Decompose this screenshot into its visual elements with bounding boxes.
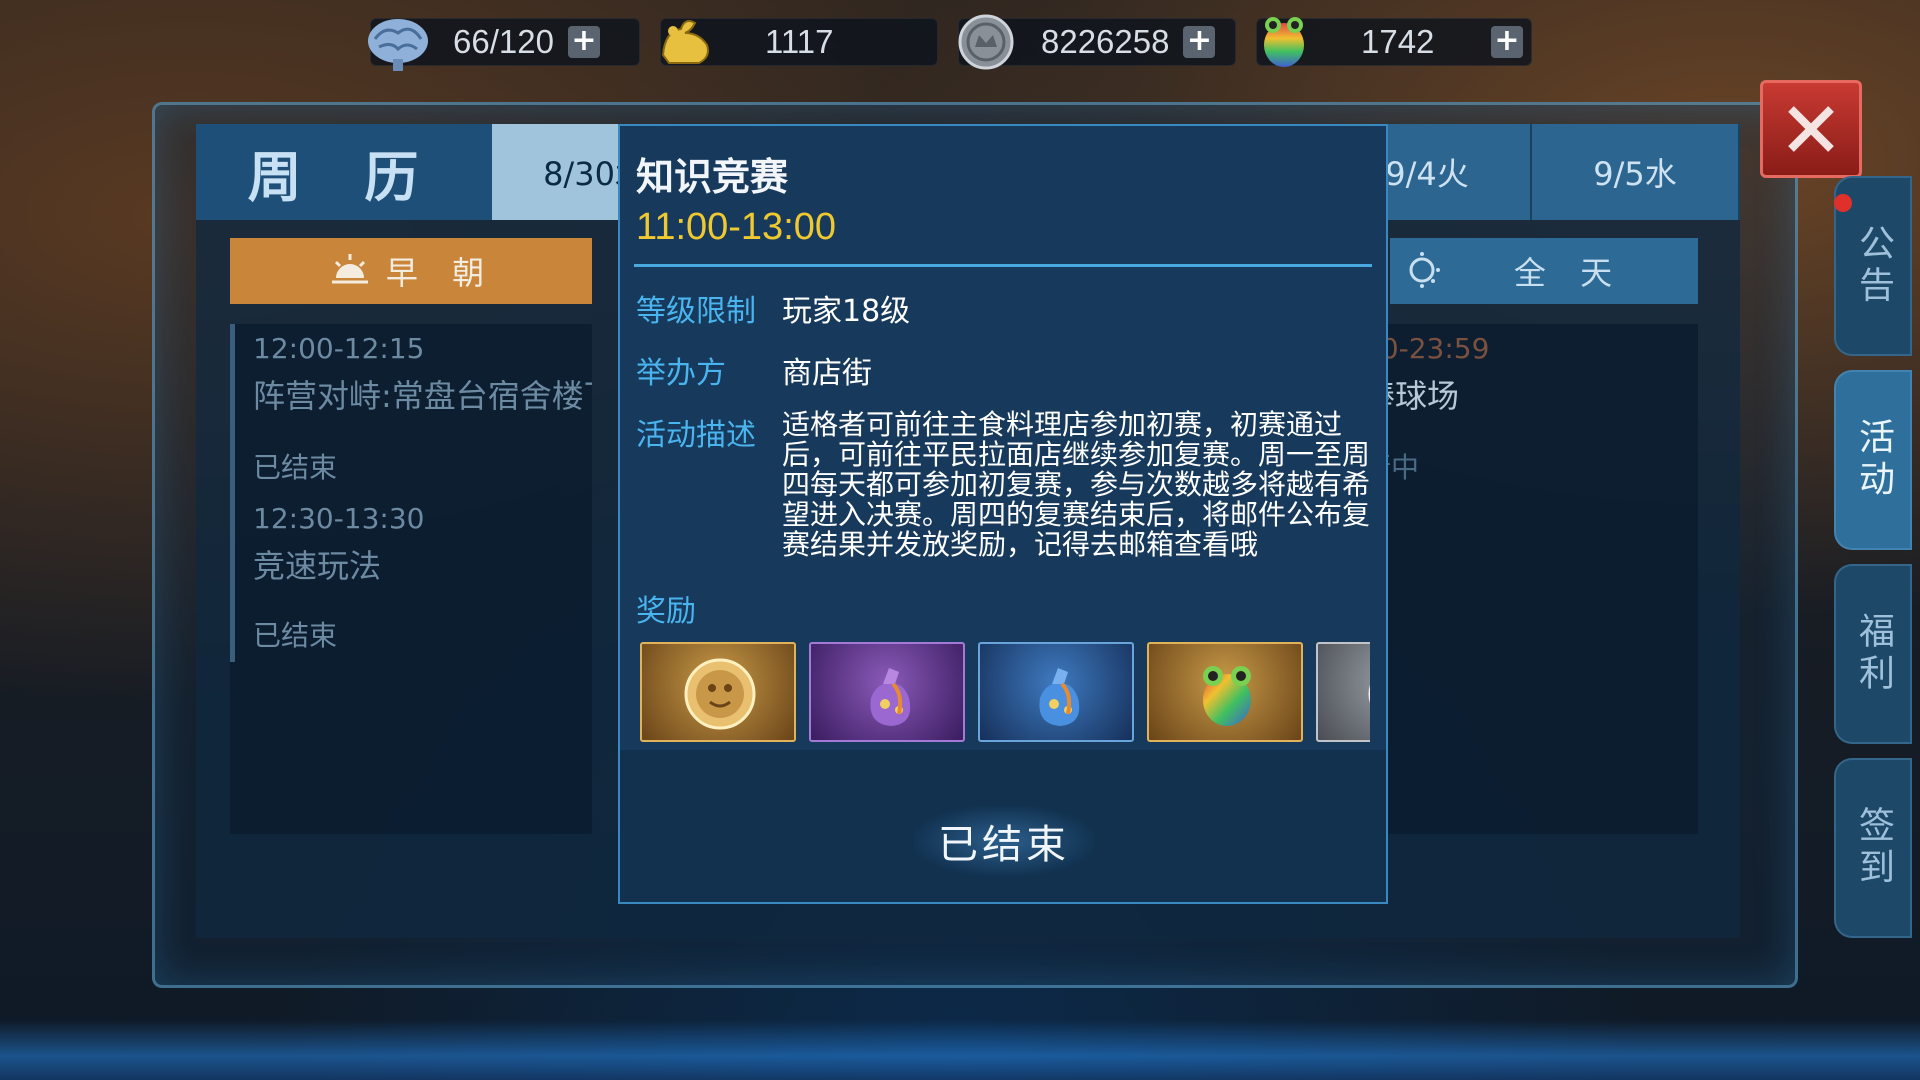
tab-activity[interactable]: 活动 [1834, 370, 1912, 550]
description-row: 活动描述 适格者可前往主食料理店参加初赛，初赛通过后，可前往平民拉面店继续参加复… [636, 410, 1378, 560]
popup-time: 11:00-13:00 [636, 206, 837, 248]
description-label: 活动描述 [636, 418, 756, 453]
allday-label: 全 天 [1513, 254, 1625, 292]
description-text: 适格者可前往主食料理店参加初赛，初赛通过后，可前往平民拉面店继续参加复赛。周一至… [782, 408, 1371, 561]
tab-checkin[interactable]: 签到 [1834, 758, 1912, 938]
rainbow-frog-icon [1203, 666, 1251, 726]
reward-label: 奖励 [636, 594, 696, 629]
level-row: 等级限制 玩家18级 [636, 286, 1378, 330]
stamina-resource: 1117 [660, 18, 938, 66]
host-row: 举办方 商店街 [636, 348, 1378, 392]
tab-welfare[interactable]: 福利 [1834, 564, 1912, 744]
reward-slot[interactable] [1147, 642, 1303, 742]
reward-slot[interactable] [640, 642, 796, 742]
event-time: 00-23:59 [1363, 332, 1490, 365]
ended-status-button[interactable]: 已结束 [914, 806, 1094, 876]
purple-bag-icon [870, 668, 911, 726]
add-frog-button[interactable]: + [1491, 26, 1523, 58]
reward-slot[interactable] [809, 642, 965, 742]
coin-icon [958, 14, 1014, 70]
close-button[interactable] [1760, 80, 1862, 178]
event-time: 12:30-13:30 [253, 502, 425, 535]
morning-column: 12:00-12:15 阵营对峙:常盘台宿舍楼下 已结束 12:30-13:30… [230, 324, 592, 834]
blue-bag-icon [1039, 668, 1080, 726]
sun-icon [1409, 252, 1440, 288]
event-status: 已结束 [253, 619, 338, 652]
popup-title: 知识竞赛 [636, 155, 789, 199]
resource-bar: 66/120 + 1117 8226258 + 1742 + [368, 0, 1532, 84]
event-name: 竞速玩法 [253, 547, 382, 585]
event-card[interactable]: 12:00-12:15 阵营对峙:常盘台宿舍楼下 已结束 [230, 324, 592, 494]
reward-list [640, 642, 1370, 744]
muscle-icon [661, 20, 709, 64]
close-icon [1788, 106, 1834, 152]
reward-slot[interactable] [1316, 642, 1370, 742]
frog-icon [1264, 17, 1304, 67]
sunrise-icon [332, 254, 368, 284]
event-status: 已结束 [253, 451, 338, 484]
side-nav: 公告 活动 福利 签到 [1834, 176, 1920, 952]
event-card[interactable]: 12:30-13:30 竞速玩法 已结束 [230, 494, 592, 662]
allday-header: 全 天 [1390, 238, 1698, 304]
brain-icon [368, 19, 428, 71]
gold-coin-icon [684, 658, 756, 730]
host-label: 举办方 [636, 356, 726, 391]
level-value: 玩家18级 [782, 294, 911, 329]
frog-resource: 1742 + [1256, 17, 1532, 67]
event-name: 阵营对峙:常盘台宿舍楼下 [253, 377, 592, 415]
event-time: 12:00-12:15 [253, 332, 425, 365]
divider [634, 264, 1372, 267]
event-name: 棒球场 [1363, 377, 1460, 415]
morning-header: 早 朝 [230, 238, 592, 304]
coin-resource: 8226258 + [958, 14, 1236, 70]
reward-slot[interactable] [978, 642, 1134, 742]
energy-resource: 66/120 + [368, 18, 640, 71]
add-energy-button[interactable]: + [567, 26, 600, 58]
level-label: 等级限制 [636, 294, 756, 329]
allday-column: 00-23:59 棒球场 行中 [1340, 324, 1698, 834]
event-card[interactable]: 00-23:59 棒球场 行中 [1340, 324, 1698, 494]
calendar-title: 周 历 [196, 124, 492, 220]
day-tab-6[interactable]: 9/5水 [1532, 124, 1740, 220]
notification-dot [1834, 194, 1852, 212]
host-value: 商店街 [782, 356, 872, 391]
add-coin-button[interactable]: + [1183, 26, 1216, 58]
silver-item-icon [1368, 685, 1370, 703]
bottom-glow [0, 1020, 1920, 1080]
event-detail-popup: 知识竞赛 11:00-13:00 等级限制 玩家18级 举办方 商店街 活动描述… [618, 124, 1388, 904]
